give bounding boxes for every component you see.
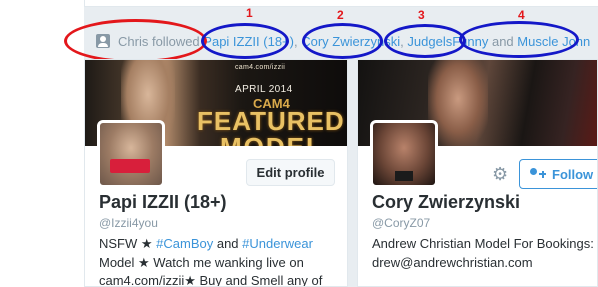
banner-date: APRIL 2014 [235,84,293,95]
annotation-blue-ellipse-2 [302,23,383,59]
bio-text: and [213,236,243,251]
follow-person-icon [530,168,546,180]
annotation-number-4: 4 [518,8,525,22]
context-separator: , [293,33,302,49]
profile-handle[interactable]: @Izzii4you [99,216,158,230]
gear-icon[interactable]: ⚙ [492,164,508,185]
annotation-red-ellipse [64,19,207,63]
bio-link[interactable]: cam4.com/izzii [99,273,184,286]
banner-model: MODEL [220,132,324,146]
profile-name[interactable]: Papi IZZII (18+) [99,192,227,213]
bio-text: Model ★ Watch me wanking live on [99,254,304,270]
bio-text: drew@andrewchristian.com [372,254,533,270]
edit-profile-button[interactable]: Edit profile [246,159,335,186]
annotation-number-2: 2 [337,8,344,22]
annotation-blue-ellipse-4 [459,21,579,58]
hashtag-link[interactable]: #CamBoy [156,236,213,251]
profile-name[interactable]: Cory Zwierzynski [372,192,520,213]
annotation-blue-ellipse-3 [384,24,466,58]
bio-text: ★ Buy and Smell any of [184,273,323,287]
profile-handle[interactable]: @CoryZ07 [372,216,430,230]
profile-card-cory[interactable]: ⚙ Follow Cory Zwierzynski @CoryZ07 Andre… [357,59,598,287]
profile-card-papi[interactable]: cam4.com/izzii APRIL 2014 CAM4 FEATURED … [84,59,348,287]
hashtag-link[interactable]: #Underwear [242,236,313,251]
profile-bio: Andrew Christian Model For Bookings: dre… [372,235,597,272]
bio-text: NSFW ★ [99,236,157,251]
annotation-number-1: 1 [246,6,253,20]
avatar[interactable] [97,120,165,188]
previous-tweet-border [84,0,598,7]
avatar[interactable] [370,120,438,188]
bio-text: Andrew Christian Model For Bookings: [372,236,594,251]
annotation-blue-ellipse-1 [201,23,289,59]
annotation-number-3: 3 [418,8,425,22]
banner-url: cam4.com/izzii [235,64,286,71]
profile-bio: NSFW ★ #CamBoy and #Underwear Model ★ Wa… [99,235,345,287]
follow-label: Follow [552,166,594,182]
follow-button[interactable]: Follow [519,159,597,189]
